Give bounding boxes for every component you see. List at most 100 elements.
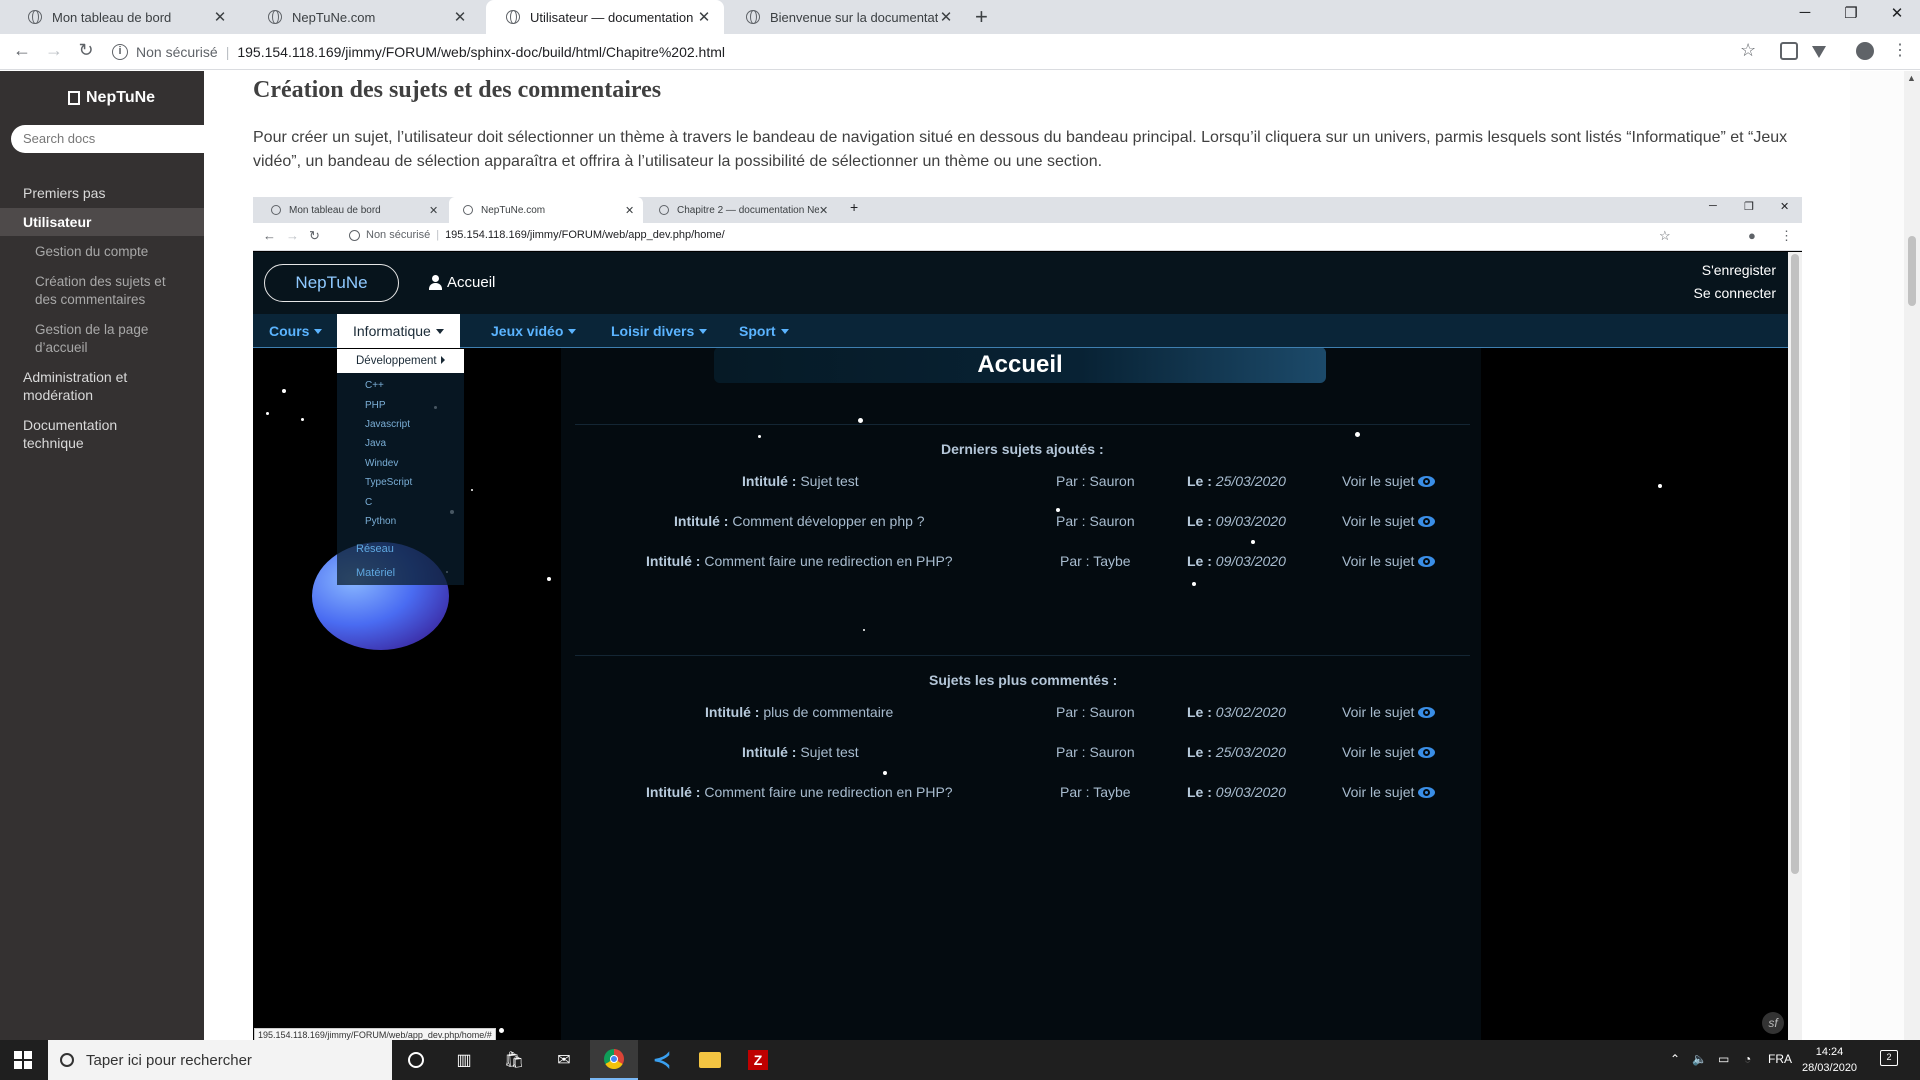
docs-logo[interactable]: NepTuNe (68, 89, 155, 107)
new-tab-button[interactable]: + (975, 4, 988, 30)
extension-icon[interactable] (1780, 42, 1798, 60)
mail-app-icon[interactable]: ✉ (540, 1040, 588, 1080)
windows-start-button[interactable] (14, 1051, 32, 1069)
filter-extension-icon[interactable] (1812, 46, 1826, 58)
globe-icon (746, 10, 760, 24)
close-icon[interactable]: ✕ (212, 8, 228, 26)
site-header: NepTuNe Accueil S'enregister Se connecte… (253, 252, 1788, 314)
file-explorer-icon[interactable] (686, 1040, 734, 1080)
scrollbar-thumb[interactable] (1908, 236, 1916, 306)
date-value: 25/03/2020 (1215, 473, 1286, 489)
nav-item-loisir-divers: Loisir divers (595, 314, 723, 348)
browser-tab-active[interactable]: Utilisateur — documentation Ne ✕ (486, 0, 724, 34)
tray-chevron-icon[interactable]: ⌃ (1670, 1052, 1680, 1066)
subject-name: Sujet test (800, 473, 859, 489)
browser-tab[interactable]: Mon tableau de bord ✕ (8, 0, 240, 34)
browser-tab[interactable]: NepTuNe.com ✕ (248, 0, 480, 34)
subject-date: Le : 09/03/2020 (1187, 784, 1286, 800)
task-view-icon[interactable]: ▥ (440, 1040, 488, 1080)
chrome-icon[interactable] (590, 1040, 638, 1080)
sidebar-item-gestion-accueil[interactable]: Gestion de la page d’accueil (35, 321, 165, 357)
minimize-button[interactable]: ─ (1782, 4, 1828, 21)
sidebar-item-premiers-pas[interactable]: Premiers pas (0, 184, 204, 202)
subject-label: Intitulé : (705, 704, 760, 720)
nav-item-jeux-video: Jeux vidéo (475, 314, 592, 348)
language-indicator[interactable]: FRA (1768, 1052, 1792, 1066)
date-label: Le : (1187, 784, 1212, 800)
site-brand: NepTuNe (264, 264, 399, 302)
close-window-button[interactable]: ✕ (1874, 4, 1920, 22)
wifi-icon[interactable]: ◔ (1744, 1052, 1751, 1066)
date-value: 25/03/2020 (1215, 744, 1286, 760)
browser-tab[interactable]: Bienvenue sur la documentation ✕ (726, 0, 966, 34)
bookmark-star-icon[interactable]: ☆ (1740, 40, 1756, 61)
volume-icon[interactable]: 🔈 (1692, 1052, 1707, 1066)
caret-down-icon (435, 329, 444, 334)
forward-button[interactable]: → (42, 40, 66, 61)
tab-label: Utilisateur — documentation Ne (530, 9, 696, 25)
nav-item-sport: Sport (723, 314, 805, 348)
taskbar-search-input[interactable]: Taper ici pour rechercher (48, 1040, 392, 1080)
eye-icon (1418, 747, 1436, 758)
nav-label: Sport (739, 323, 776, 339)
home-label: Accueil (447, 274, 496, 291)
view-subject-label: Voir le sujet (1342, 473, 1415, 489)
date-value: 09/03/2020 (1215, 553, 1286, 569)
subject-author: Par : Sauron (1056, 513, 1135, 529)
date-value: 09/03/2020 (1215, 513, 1286, 529)
close-icon[interactable]: ✕ (696, 8, 712, 26)
store-icon[interactable]: 🛍 (490, 1040, 538, 1080)
inner-restore-icon: ❐ (1744, 201, 1754, 213)
subject-date: Le : 25/03/2020 (1187, 473, 1286, 489)
battery-icon[interactable]: ▭ (1718, 1052, 1729, 1066)
close-icon[interactable]: ✕ (938, 8, 954, 26)
sidebar-item-creation-sujets[interactable]: Création des sujets et des commentaires (35, 273, 175, 309)
inner-menu-icon: ⋮ (1780, 228, 1793, 243)
search-icon (60, 1053, 74, 1067)
globe-icon (506, 10, 520, 24)
subject-date: Le : 09/03/2020 (1187, 553, 1286, 569)
info-icon[interactable]: i (112, 44, 128, 60)
close-icon[interactable]: ✕ (452, 8, 468, 26)
menu-kebab-icon[interactable]: ⋮ (1888, 40, 1912, 60)
clock[interactable]: 14:24 28/03/2020 (1802, 1044, 1857, 1076)
neptune-site: Accueil Derniers sujets ajoutés : Intitu… (253, 252, 1788, 1040)
reload-button[interactable]: ↻ (74, 40, 98, 61)
close-icon: ✕ (429, 204, 439, 217)
section-heading: Création des sujets et des commentaires (253, 77, 662, 103)
star-decoration (1355, 432, 1360, 437)
clock-time: 14:24 (1815, 1046, 1844, 1058)
dropdown-subitem: PHP (365, 400, 386, 411)
view-subject-link: Voir le sujet (1342, 513, 1436, 529)
sidebar-item-administration[interactable]: Administration et modération (0, 368, 150, 404)
page-scrollbar[interactable]: ▲ (1904, 71, 1920, 1040)
address-bar[interactable]: i Non sécurisé | 195.154.118.169/jimmy/F… (112, 39, 1752, 65)
inner-security-label: Non sécurisé (366, 229, 431, 241)
sidebar-item-documentation-technique[interactable]: Documentation technique (0, 416, 140, 452)
vscode-icon[interactable]: ≺ (638, 1040, 686, 1080)
view-subject-label: Voir le sujet (1342, 553, 1415, 569)
subject-label: Intitulé : (742, 744, 797, 760)
inner-scrollbar-thumb (1791, 254, 1799, 874)
sidebar-item-utilisateur[interactable]: Utilisateur (0, 208, 204, 236)
subject-label: Intitulé : (674, 513, 729, 529)
symfony-icon: sf (1762, 1012, 1784, 1034)
subject-name: Comment développer en php ? (732, 513, 925, 529)
account-icon[interactable] (1856, 42, 1874, 60)
back-button[interactable]: ← (10, 40, 34, 61)
notification-center-icon[interactable]: 2 (1880, 1050, 1898, 1066)
view-subject-label: Voir le sujet (1342, 704, 1415, 720)
inner-newtab-icon: + (850, 199, 859, 215)
star-decoration (883, 771, 887, 775)
restore-button[interactable]: ❐ (1828, 4, 1874, 22)
filezilla-icon[interactable]: Z (734, 1040, 782, 1080)
login-link: Se connecter (1693, 285, 1777, 301)
date-label: Le : (1187, 704, 1212, 720)
scroll-up-icon[interactable]: ▲ (1907, 73, 1916, 83)
search-input[interactable]: Search docs (11, 125, 204, 153)
cortana-icon[interactable] (392, 1040, 440, 1080)
sidebar-item-gestion-compte[interactable]: Gestion du compte (35, 243, 204, 261)
url-text[interactable]: 195.154.118.169/jimmy/FORUM/web/sphinx-d… (237, 44, 725, 60)
nav-item-cours: Cours (253, 314, 338, 348)
star-decoration (1658, 484, 1662, 488)
